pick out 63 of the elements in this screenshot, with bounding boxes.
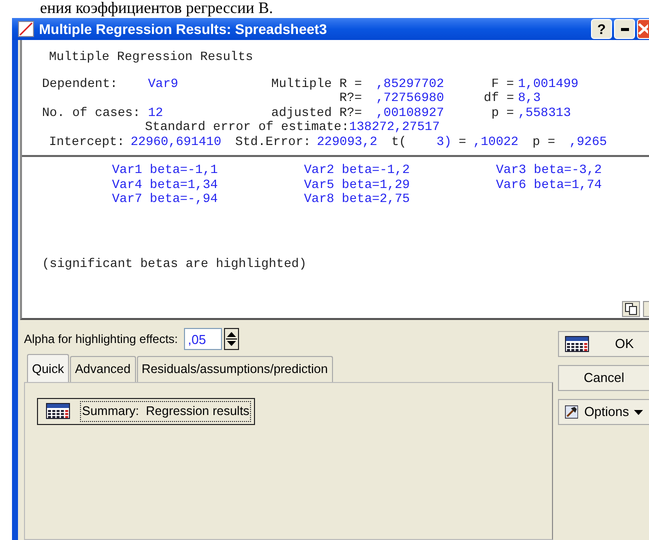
stat-value: 1,001499 [517, 76, 580, 91]
stat-label: F = [490, 76, 514, 91]
hammer-icon [565, 403, 578, 421]
stat-label: = [458, 134, 466, 149]
stat-label: Intercept: [49, 134, 125, 149]
stat-label: Std.Error: [235, 134, 311, 149]
stat-value: ,558313 [517, 106, 572, 120]
table-icon [565, 336, 589, 352]
stat-label: p = [532, 134, 556, 149]
stat-label: t( [391, 134, 406, 149]
tab[interactable]: Advanced [70, 356, 136, 382]
tab[interactable]: Quick [27, 354, 69, 382]
window-title: Multiple Regression Results: Spreadsheet3 [39, 20, 328, 39]
beta-text: Var4 beta=1,34 [112, 178, 219, 192]
close-icon [638, 23, 648, 35]
cancel-button[interactable]: Cancel [558, 365, 649, 391]
stat-label: p = [490, 106, 514, 120]
stat-value: 229093,2 [316, 134, 378, 149]
stat-value: 12 [148, 106, 164, 120]
spreadsheet-icon [46, 403, 70, 420]
spin-arrows-icon [226, 330, 237, 348]
beta-text: Var6 beta=1,74 [496, 178, 603, 192]
stat-value: 22960,691410 [130, 134, 222, 149]
alpha-label: Alpha for highlighting effects: [24, 331, 178, 348]
stat-label: adjusted R?= [270, 106, 362, 120]
beta-text: Var7 beta=-,94 [112, 192, 219, 206]
app-icon [18, 21, 34, 37]
stat-label: Standard error of estimate: [145, 120, 350, 134]
copy-button[interactable] [622, 301, 640, 317]
ok-button[interactable]: OK [558, 331, 649, 357]
beta-text: Var5 beta=1,29 [304, 178, 411, 192]
alpha-field[interactable]: ,05 [184, 328, 222, 350]
stat-value: 3) [436, 134, 452, 149]
summary-button[interactable]: Summary: Regression results [37, 398, 256, 424]
minimize-button[interactable] [614, 19, 635, 39]
stat-label: No. of cases: [42, 106, 142, 120]
help-button[interactable]: ? [591, 19, 612, 39]
spin-button[interactable] [224, 328, 239, 350]
page-caption: ения коэффициентов регрессии B. [39, 0, 274, 18]
beta-text: Var2 beta=-1,2 [304, 163, 411, 178]
stat-value: ,72756980 [375, 91, 446, 106]
stat-label: Dependent: [42, 76, 119, 91]
stat-label: Multiple R = [270, 76, 362, 91]
options-button[interactable]: Options [558, 399, 649, 425]
stat-value: ,00108927 [375, 106, 446, 120]
stat-value: ,85297702 [375, 76, 446, 91]
report-title: Multiple Regression Results [48, 49, 254, 66]
stat-value: ,10022 [473, 134, 518, 149]
beta-text: Var1 beta=-1,1 [112, 163, 219, 178]
beta-text: Var8 beta=2,75 [304, 192, 411, 206]
copy-icon [625, 303, 637, 315]
stat-value: 8,3 [517, 91, 542, 106]
close-button[interactable] [637, 19, 649, 39]
stat-value: Var9 [148, 76, 180, 91]
minimize-icon [620, 28, 628, 30]
footnote-text: (significant betas are highlighted) [41, 256, 308, 271]
beta-text: Var3 beta=-3,2 [496, 163, 603, 178]
stat-value: 138272,27517 [349, 120, 440, 134]
tab[interactable]: Residuals/assumptions/prediction [136, 356, 333, 382]
stat-label: df = [482, 91, 514, 106]
stat-value: ,9265 [569, 134, 607, 149]
stat-label: R?= [338, 91, 362, 106]
caret-icon [634, 410, 643, 414]
